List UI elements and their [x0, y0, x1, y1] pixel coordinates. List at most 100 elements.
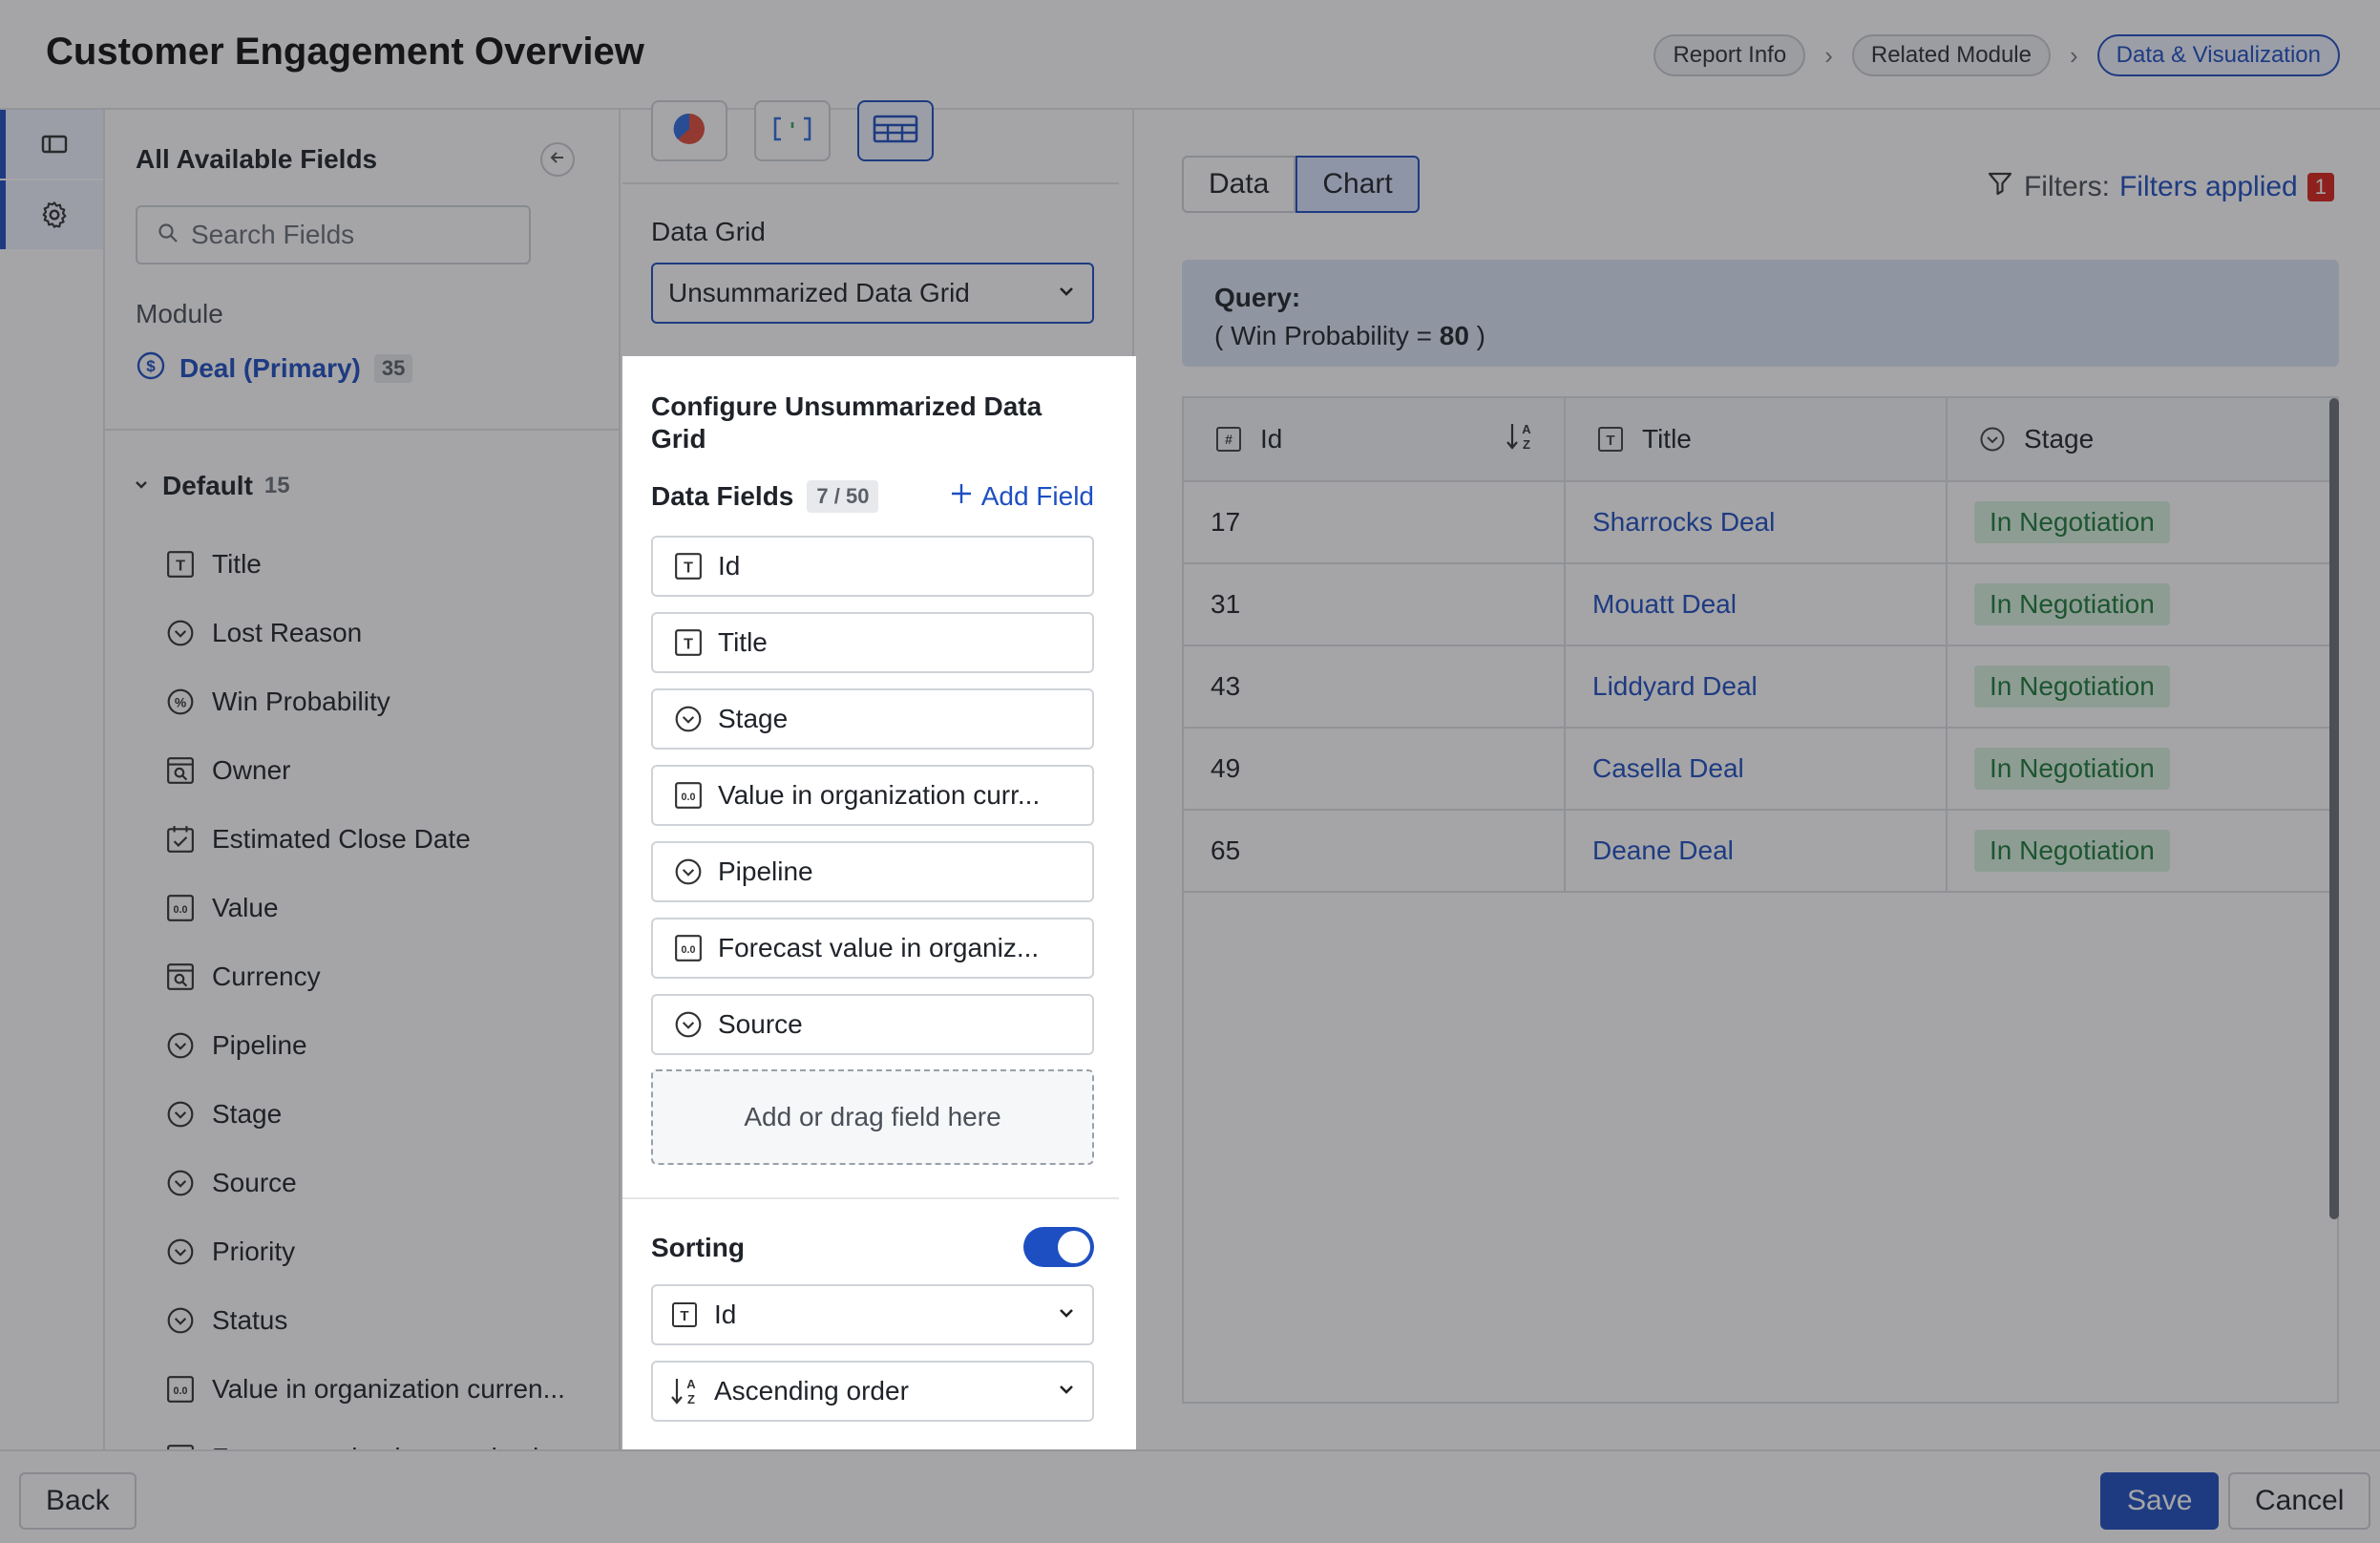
- module-name: Deal (Primary): [179, 352, 361, 383]
- module-deal-primary[interactable]: $ Deal (Primary) 35: [136, 350, 413, 386]
- data-field-label: Value in organization curr...: [718, 780, 1041, 810]
- tab-chart[interactable]: Chart: [1295, 156, 1420, 213]
- text-field-icon: T: [672, 550, 705, 582]
- configure-grid-card: Configure Unsummarized Data Grid Data Fi…: [622, 356, 1136, 1449]
- table-row[interactable]: 65 Deane Deal In Negotiation: [1184, 811, 2337, 893]
- field-item[interactable]: 0.0 Forecast value in organizati...: [164, 1424, 565, 1449]
- table-row[interactable]: 31 Mouatt Deal In Negotiation: [1184, 564, 2337, 646]
- breadcrumb-related-module[interactable]: Related Module: [1851, 34, 2051, 76]
- search-icon: [157, 222, 179, 249]
- back-button[interactable]: Back: [19, 1472, 137, 1530]
- sort-order-select[interactable]: AZ Ascending order: [651, 1361, 1094, 1422]
- column-label: Id: [1260, 424, 1283, 454]
- field-label: Currency: [212, 962, 321, 991]
- field-label: Value in organization curren...: [212, 1374, 565, 1404]
- data-field-item[interactable]: 0.0 Forecast value in organiz...: [651, 918, 1094, 979]
- field-item[interactable]: Lost Reason: [164, 599, 565, 667]
- available-fields-panel: All Available Fields Module $ Deal (Prim…: [105, 110, 621, 1449]
- data-field-item[interactable]: Source: [651, 994, 1094, 1055]
- data-field-item[interactable]: Stage: [651, 688, 1094, 750]
- field-item[interactable]: Stage: [164, 1080, 565, 1149]
- data-field-item[interactable]: Pipeline: [651, 841, 1094, 902]
- viz-metric-button[interactable]: [754, 100, 831, 161]
- sorting-toggle[interactable]: [1023, 1227, 1094, 1267]
- sort-ascending-icon[interactable]: AZ: [1505, 420, 1535, 459]
- data-field-item[interactable]: 0.0 Value in organization curr...: [651, 765, 1094, 826]
- table-row[interactable]: 43 Liddyard Deal In Negotiation: [1184, 646, 2337, 729]
- field-item[interactable]: 0.0 Value: [164, 874, 565, 942]
- svg-text:#: #: [1225, 432, 1232, 447]
- filters-applied-link[interactable]: Filters applied: [2119, 171, 2298, 203]
- pie-chart-icon: [670, 110, 708, 153]
- field-drop-zone[interactable]: Add or drag field here: [651, 1069, 1094, 1165]
- field-item[interactable]: Currency: [164, 942, 565, 1011]
- field-item[interactable]: Estimated Close Date: [164, 805, 565, 874]
- column-label: Stage: [2024, 424, 2095, 454]
- field-item[interactable]: Source: [164, 1149, 565, 1217]
- query-title: Query:: [1214, 283, 1301, 312]
- cancel-button[interactable]: Cancel: [2228, 1472, 2371, 1530]
- page-title: Customer Engagement Overview: [46, 31, 644, 73]
- field-item[interactable]: Status: [164, 1286, 565, 1355]
- cell-stage: In Negotiation: [1948, 646, 2329, 727]
- field-group-default[interactable]: Default 15: [132, 471, 290, 501]
- field-item[interactable]: T Title: [164, 530, 565, 599]
- chevron-down-icon: [132, 475, 151, 498]
- fields-panel-toggle[interactable]: [0, 110, 103, 179]
- column-header-title[interactable]: T Title: [1566, 398, 1948, 480]
- field-label: Lost Reason: [212, 618, 363, 647]
- svg-text:T: T: [1606, 433, 1614, 449]
- tab-data[interactable]: Data: [1182, 156, 1296, 213]
- picklist-icon: [672, 703, 705, 735]
- filters-label: Filters:: [2023, 171, 2110, 202]
- text-field-icon: T: [1594, 423, 1627, 455]
- settings-panel-toggle[interactable]: [0, 180, 103, 249]
- data-grid-select[interactable]: Unsummarized Data Grid: [651, 263, 1094, 324]
- data-field-item[interactable]: T Id: [651, 536, 1094, 597]
- table-scrollbar[interactable]: [2329, 398, 2339, 1219]
- plus-icon: [949, 481, 974, 513]
- search-field[interactable]: [136, 205, 531, 264]
- cell-title: Sharrocks Deal: [1566, 482, 1948, 562]
- field-item[interactable]: % Win Probability: [164, 667, 565, 736]
- viz-pie-chart-button[interactable]: [651, 100, 727, 161]
- sort-field-select[interactable]: T Id: [651, 1284, 1094, 1345]
- percent-icon: %: [164, 686, 197, 718]
- breadcrumb-report-info[interactable]: Report Info: [1653, 34, 1806, 76]
- field-item[interactable]: Priority: [164, 1217, 565, 1286]
- deal-link[interactable]: Sharrocks Deal: [1592, 507, 1775, 538]
- picklist-icon: [1976, 423, 2009, 455]
- field-item[interactable]: 0.0 Value in organization curren...: [164, 1355, 565, 1424]
- field-item[interactable]: Owner: [164, 736, 565, 805]
- table-row[interactable]: 17 Sharrocks Deal In Negotiation: [1184, 482, 2337, 564]
- data-field-label: Pipeline: [718, 856, 813, 886]
- deal-link[interactable]: Deane Deal: [1592, 835, 1734, 866]
- cell-title: Liddyard Deal: [1566, 646, 1948, 727]
- column-header-stage[interactable]: Stage: [1948, 398, 2329, 480]
- table-body: 17 Sharrocks Deal In Negotiation 31 Mouatt D…: [1184, 482, 2337, 893]
- field-label: Pipeline: [212, 1030, 307, 1060]
- table-icon: [873, 115, 918, 148]
- viz-table-button[interactable]: [857, 100, 934, 161]
- collapse-panel-button[interactable]: [540, 142, 575, 177]
- search-input[interactable]: [191, 220, 496, 250]
- column-header-id[interactable]: # Id AZ: [1184, 398, 1566, 480]
- save-button[interactable]: Save: [2100, 1472, 2220, 1530]
- deal-link[interactable]: Mouatt Deal: [1592, 589, 1737, 620]
- picklist-icon: [672, 856, 705, 888]
- stage-badge: In Negotiation: [1974, 830, 2170, 872]
- table-row[interactable]: 49 Casella Deal In Negotiation: [1184, 729, 2337, 811]
- data-field-list: T Id T Title Stage 0.0 Value in organization c…: [651, 536, 1094, 1070]
- cell-id: 43: [1184, 646, 1566, 727]
- arrow-left-icon: [548, 148, 567, 172]
- filters-summary: Filters: Filters applied 1: [1986, 169, 2334, 205]
- deal-link[interactable]: Casella Deal: [1592, 753, 1744, 784]
- field-item[interactable]: Pipeline: [164, 1011, 565, 1080]
- data-grid-label: Data Grid: [651, 217, 766, 246]
- add-field-label: Add Field: [980, 481, 1094, 511]
- breadcrumb-data-visualization[interactable]: Data & Visualization: [2096, 34, 2340, 76]
- picklist-icon: [672, 1008, 705, 1041]
- data-field-item[interactable]: T Title: [651, 612, 1094, 673]
- add-field-button[interactable]: Add Field: [949, 481, 1094, 513]
- deal-link[interactable]: Liddyard Deal: [1592, 671, 1758, 702]
